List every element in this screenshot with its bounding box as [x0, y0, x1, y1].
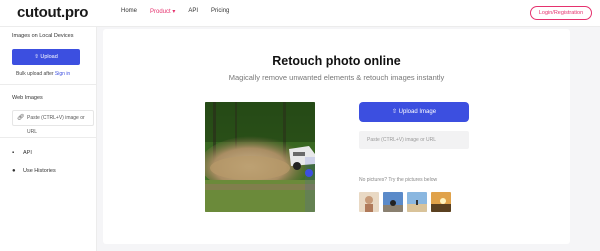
history-icon: ● — [12, 168, 16, 174]
local-images-heading: Images on Local Devices — [12, 33, 74, 39]
sidebar-api-label: API — [23, 150, 32, 156]
link-icon: 🔗︎ — [17, 115, 25, 121]
web-images-heading: Web Images — [12, 95, 43, 101]
main-nav: Home Product ▾ API Pricing — [121, 8, 242, 15]
top-header: cutout.pro Home Product ▾ API Pricing Lo… — [0, 0, 600, 27]
sidebar-paste-text: Paste (CTRL+V) image or URL — [27, 115, 85, 135]
main-card: Retouch photo online Magically remove un… — [103, 29, 570, 244]
upload-image-button[interactable]: ⇧ Upload Image — [359, 102, 469, 122]
upload-image-label: Upload Image — [398, 109, 437, 115]
upload-icon: ⇧ — [391, 109, 397, 115]
upload-icon: ⇧ — [34, 54, 39, 60]
sample-image-woman[interactable] — [359, 192, 379, 212]
login-registration-button[interactable]: Login/Registration — [530, 6, 592, 20]
sidebar-item-api[interactable]: ▪ API — [12, 150, 32, 156]
sample-image-cyclist[interactable] — [383, 192, 403, 212]
nav-pricing[interactable]: Pricing — [211, 8, 229, 15]
bulk-upload-text: Bulk upload after Sign in — [16, 71, 70, 77]
sign-in-link[interactable]: Sign in — [55, 71, 70, 77]
sidebar-upload-button[interactable]: ⇧ Upload — [12, 49, 80, 65]
sidebar-divider — [0, 137, 97, 138]
sample-image-sunset[interactable] — [431, 192, 451, 212]
sidebar-paste-input[interactable]: 🔗︎ Paste (CTRL+V) image or URL — [12, 110, 94, 135]
sidebar-item-histories[interactable]: ● Use Histories — [12, 168, 56, 174]
api-icon: ▪ — [12, 150, 15, 156]
page-title: Retouch photo online — [272, 54, 401, 68]
nav-api[interactable]: API — [188, 8, 198, 15]
sidebar-divider — [0, 84, 97, 85]
bulk-upload-label: Bulk upload after — [16, 71, 55, 77]
sidebar-upload-label: Upload — [40, 54, 58, 60]
demo-image-rally-car — [205, 102, 315, 212]
page-subtitle: Magically remove unwanted elements & ret… — [228, 73, 445, 82]
nav-home[interactable]: Home — [121, 8, 137, 15]
sidebar: Images on Local Devices ⇧ Upload Bulk up… — [0, 27, 97, 251]
nav-product[interactable]: Product ▾ — [150, 8, 175, 15]
sample-images — [359, 192, 451, 212]
logo[interactable]: cutout.pro — [17, 4, 88, 21]
sidebar-history-label: Use Histories — [23, 168, 56, 174]
try-samples-label: No pictures? Try the pictures below — [359, 177, 438, 183]
paste-url-input[interactable]: Paste (CTRL+V) image or URL — [359, 131, 469, 149]
sample-image-beach[interactable] — [407, 192, 427, 212]
